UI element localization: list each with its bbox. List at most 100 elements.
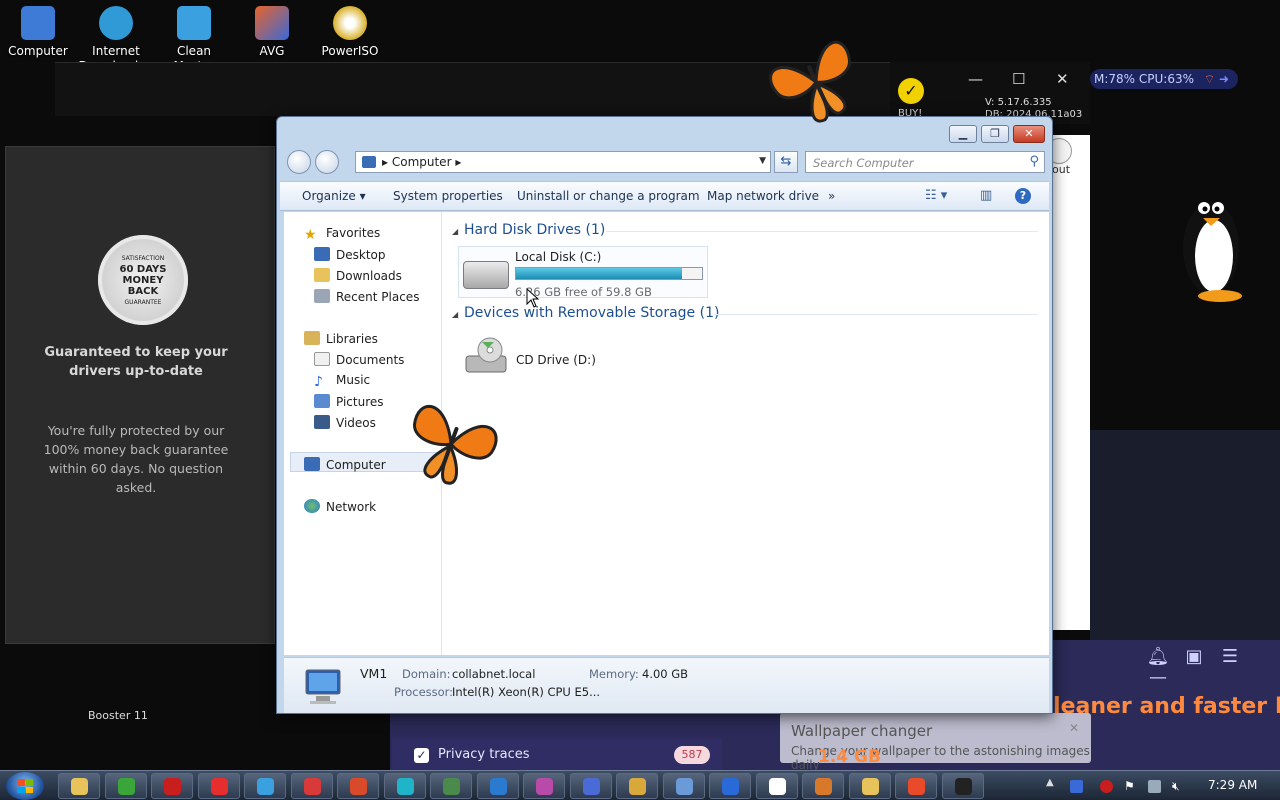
address-bar[interactable]: ▸ Computer ▸ ▼ <box>355 151 771 173</box>
desktop-icon-label: PowerISO <box>321 44 379 58</box>
change-view-icon[interactable]: ☷ ▾ <box>925 188 947 203</box>
taskbar-button[interactable] <box>290 773 333 799</box>
nav-item-pictures[interactable]: Pictures <box>314 394 384 409</box>
back-button[interactable] <box>287 150 311 174</box>
explorer-maximize-button[interactable]: ❐ <box>981 125 1009 143</box>
chevron-down-icon[interactable]: ▼ <box>759 156 766 166</box>
menu-icon[interactable]: ☰ <box>1212 646 1248 667</box>
desktop-icon-label: Computer <box>8 44 68 58</box>
domain-label: Domain: <box>402 667 451 681</box>
group-header-removable[interactable]: Devices with Removable Storage (1) <box>464 305 719 321</box>
taskbar-button[interactable] <box>430 773 472 799</box>
desktop-icon-computer[interactable]: Computer <box>0 6 76 59</box>
penguin-app-icon <box>954 778 972 795</box>
nav-item-favorites[interactable]: ★ Favorites <box>304 226 380 243</box>
preview-pane-icon[interactable]: ▥ <box>980 188 992 203</box>
bell-icon[interactable]: 🔔︎ <box>1140 646 1176 667</box>
network-tray-icon[interactable] <box>1148 780 1161 793</box>
system-properties-button[interactable]: System properties <box>393 189 503 203</box>
breadcrumb[interactable]: ▸ Computer ▸ <box>382 155 461 169</box>
taskbar-button[interactable] <box>197 773 240 799</box>
map-network-drive-button[interactable]: Map network drive <box>707 189 819 203</box>
forward-button[interactable] <box>315 150 339 174</box>
privacy-checkbox[interactable]: ✓ <box>414 748 429 763</box>
nav-label: Documents <box>336 353 405 367</box>
search-input[interactable]: Search Computer ⚲ <box>805 151 1045 173</box>
nav-label: Desktop <box>336 248 386 262</box>
nav-item-videos[interactable]: Videos <box>314 415 376 430</box>
toast-title: Wallpaper changer <box>791 722 933 740</box>
close-icon[interactable]: ✕ <box>1069 721 1079 735</box>
toolbox-icon[interactable]: ▣ <box>1176 646 1212 667</box>
maximize-button[interactable]: ☐ <box>1012 70 1025 88</box>
taskbar-button[interactable] <box>802 773 844 799</box>
search-icon[interactable]: ⚲ <box>1029 154 1039 169</box>
collapse-triangle-icon[interactable]: ◢ <box>452 227 458 236</box>
taskbar-button[interactable] <box>244 773 286 799</box>
nav-item-network[interactable]: Network <box>304 499 376 514</box>
breadcrumb-computer[interactable]: Computer <box>392 155 452 169</box>
taskbar-button[interactable] <box>569 773 612 799</box>
privacy-label: Privacy traces <box>438 747 530 762</box>
taskbar-button[interactable] <box>104 773 147 799</box>
disc-icon <box>333 6 367 40</box>
organize-button[interactable]: Organize ▾ <box>302 189 366 203</box>
drive-name: Local Disk (C:) <box>515 250 602 264</box>
taskbar-button[interactable] <box>476 773 519 799</box>
buy-check-icon[interactable]: ✓ <box>898 78 924 104</box>
version-text: V: 5.17.6.335 <box>985 97 1052 108</box>
cd-drive-name[interactable]: CD Drive (D:) <box>516 353 596 367</box>
clean-master-icon <box>257 778 274 795</box>
taskbar-button[interactable] <box>616 773 658 799</box>
privacy-traces-row[interactable]: ✓ Privacy traces 587 <box>392 738 722 772</box>
taskbar-button[interactable] <box>755 773 798 799</box>
explorer-titlebar[interactable]: ▁ ❐ ✕ <box>277 117 1052 147</box>
more-commands-button[interactable]: » <box>828 189 835 203</box>
tools-icon <box>350 778 367 795</box>
flag-icon[interactable]: ⚑ <box>1124 780 1137 793</box>
minimize-icon[interactable]: — <box>1140 667 1176 688</box>
taskbar-button[interactable] <box>662 773 705 799</box>
group-header-hdd[interactable]: Hard Disk Drives (1) <box>464 222 605 238</box>
explorer-minimize-button[interactable]: ▁ <box>949 125 977 143</box>
system-monitor-pill[interactable]: M:78% CPU:63% ⌔ ➜ <box>1090 69 1238 89</box>
minimize-button[interactable]: — <box>968 70 983 88</box>
start-button[interactable] <box>6 772 44 800</box>
taskbar-button[interactable] <box>383 773 426 799</box>
taskbar-clock[interactable]: 7:29 AM <box>1208 778 1257 792</box>
close-button[interactable]: ✕ <box>1056 70 1069 88</box>
taskbar-button[interactable] <box>523 773 565 799</box>
help-icon[interactable]: ? <box>1015 188 1031 204</box>
uninstall-program-button[interactable]: Uninstall or change a program <box>517 189 700 203</box>
nav-item-music[interactable]: ♪ Music <box>314 373 370 390</box>
drive-tile-local-disk[interactable]: Local Disk (C:) 6.26 GB free of 59.8 GB <box>458 246 708 299</box>
nav-item-recent-places[interactable]: Recent Places <box>314 289 419 304</box>
nav-item-desktop[interactable]: Desktop <box>314 247 386 262</box>
documents-icon <box>314 352 330 366</box>
nav-label: Downloads <box>336 269 402 283</box>
taskbar-button[interactable] <box>848 773 891 799</box>
desktop-icon-avg[interactable]: AVG <box>234 6 310 59</box>
nav-item-downloads[interactable]: Downloads <box>314 268 402 283</box>
cd-drive-icon[interactable] <box>464 336 508 376</box>
tray-app-icon[interactable] <box>1070 780 1083 793</box>
speaker-muted-icon[interactable]: 🔇︎ <box>1172 780 1185 793</box>
taskbar-button[interactable] <box>709 773 751 799</box>
search-placeholder: Search Computer <box>813 156 914 170</box>
collapse-triangle-icon[interactable]: ◢ <box>452 310 458 319</box>
desktop-icon-poweriso[interactable]: PowerISO <box>312 6 388 59</box>
tray-security-icon[interactable] <box>1100 780 1113 793</box>
tray-expand-icon[interactable]: ▲ <box>1046 777 1054 788</box>
taskbar-button[interactable] <box>337 773 379 799</box>
taskbar-button[interactable] <box>58 773 100 799</box>
taskbar-button[interactable] <box>941 773 984 799</box>
taskbar-button[interactable] <box>151 773 193 799</box>
nav-item-libraries[interactable]: Libraries <box>304 331 378 346</box>
nav-item-computer[interactable]: Computer <box>304 457 386 472</box>
taskbar-button[interactable] <box>895 773 937 799</box>
refresh-button[interactable]: ⇆ <box>774 151 798 173</box>
memory-label: Memory: <box>589 667 639 681</box>
explorer-close-button[interactable]: ✕ <box>1013 125 1045 143</box>
nav-item-documents[interactable]: Documents <box>314 352 404 367</box>
videos-icon <box>314 415 330 429</box>
